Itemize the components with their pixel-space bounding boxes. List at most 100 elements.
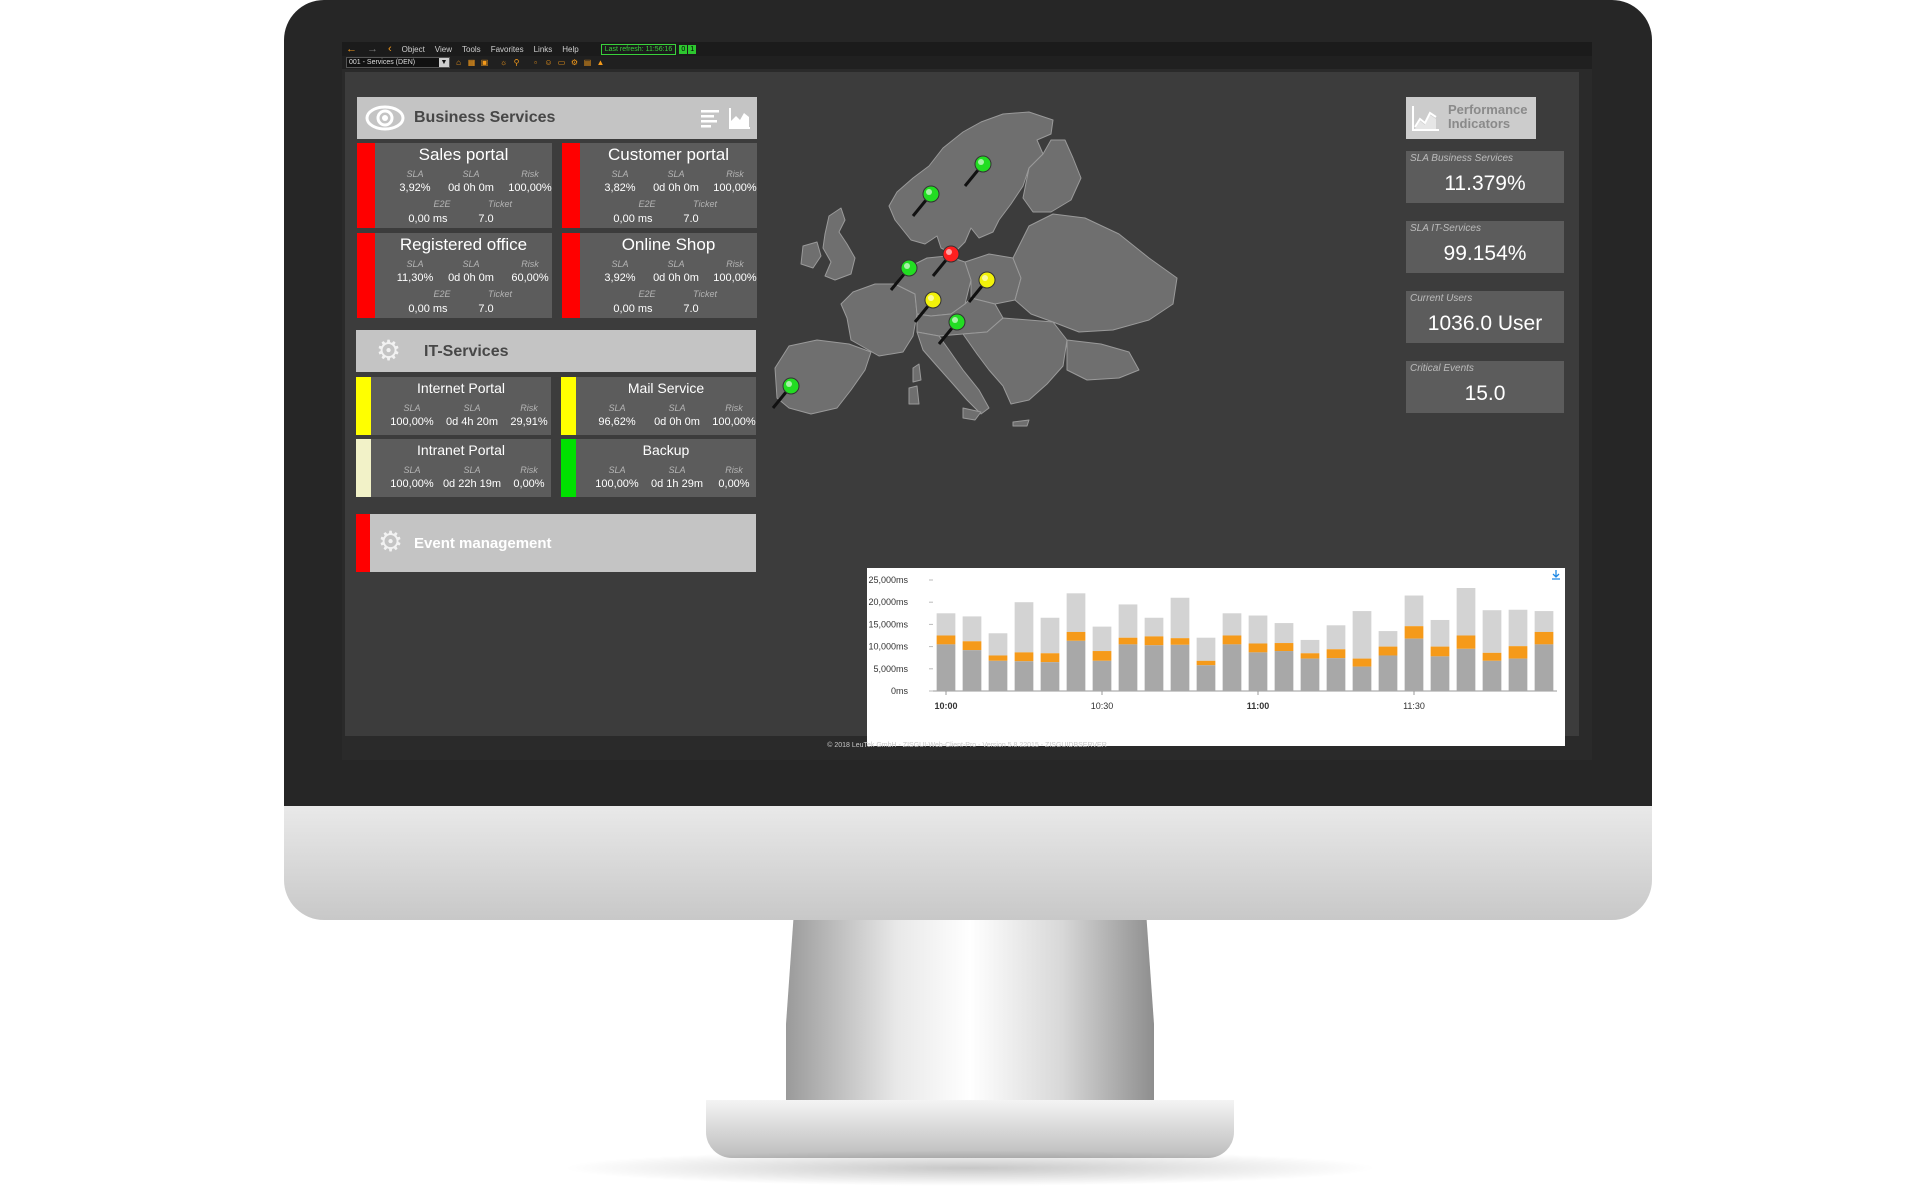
bar-base-segment[interactable] (1144, 645, 1164, 691)
bar-top-segment[interactable] (1274, 623, 1294, 644)
bar-base-segment[interactable] (1170, 644, 1190, 691)
europe-map[interactable] (767, 108, 1207, 438)
bar-mid-segment[interactable] (1300, 653, 1320, 659)
bar-base-segment[interactable] (1066, 640, 1086, 691)
bar-mid-segment[interactable] (1534, 631, 1554, 645)
bar-base-segment[interactable] (936, 644, 956, 691)
download-icon[interactable] (1552, 570, 1560, 580)
bar-mid-segment[interactable] (1274, 643, 1294, 652)
kpi-sla-it[interactable]: SLA IT-Services 99.154% (1406, 221, 1564, 273)
view-select[interactable]: 001 - Services (DEN) ▼ (346, 57, 450, 68)
bar-mid-segment[interactable] (1404, 626, 1424, 639)
bar-base-segment[interactable] (1092, 660, 1112, 691)
bar-top-segment[interactable] (1196, 637, 1216, 661)
bar-top-segment[interactable] (1430, 619, 1450, 647)
bar-top-segment[interactable] (988, 633, 1008, 656)
document-icon[interactable]: ▫ (531, 58, 540, 67)
menu-help[interactable]: Help (562, 45, 578, 54)
bar-base-segment[interactable] (1118, 644, 1138, 691)
business-service-card[interactable]: Online Shop SLA 3,92% SLA 0d 0h 0m Risk 100,00… (562, 233, 757, 318)
bar-base-segment[interactable] (1456, 648, 1476, 691)
bar-base-segment[interactable] (1040, 662, 1060, 691)
bar-top-segment[interactable] (1144, 617, 1164, 637)
bar-mid-segment[interactable] (1196, 660, 1216, 666)
bar-top-segment[interactable] (1352, 611, 1372, 659)
bar-top-segment[interactable] (1404, 595, 1424, 627)
business-service-card[interactable]: Customer portal SLA 3,82% SLA 0d 0h 0m Risk 10… (562, 143, 757, 228)
back-arrow-icon[interactable]: ← (346, 43, 357, 55)
bar-base-segment[interactable] (1222, 644, 1242, 691)
bar-top-segment[interactable] (1300, 639, 1320, 654)
bar-top-segment[interactable] (1326, 625, 1346, 650)
bar-base-segment[interactable] (1014, 661, 1034, 691)
lock-icon[interactable]: ▣ (480, 58, 489, 67)
bar-top-segment[interactable] (1456, 587, 1476, 636)
trash-icon[interactable]: ▭ (557, 58, 566, 67)
bar-base-segment[interactable] (1248, 652, 1268, 691)
kpi-current-users[interactable]: Current Users 1036.0 User (1406, 291, 1564, 343)
it-services-header[interactable]: ⚙ IT-Services (356, 330, 756, 372)
chevron-left-icon[interactable]: ‹ (388, 43, 392, 55)
bar-mid-segment[interactable] (1326, 649, 1346, 659)
bar-base-segment[interactable] (988, 660, 1008, 691)
bar-mid-segment[interactable] (1352, 658, 1372, 667)
bar-base-segment[interactable] (1326, 658, 1346, 691)
bar-mid-segment[interactable] (1014, 652, 1034, 662)
bar-top-segment[interactable] (1092, 626, 1112, 652)
it-service-card[interactable]: Backup SLA 100,00% SLA 0d 1h 29m Risk 0,00% (561, 439, 756, 497)
report-icon[interactable]: ▤ (583, 58, 592, 67)
bar-base-segment[interactable] (1430, 656, 1450, 691)
bar-top-segment[interactable] (1040, 617, 1060, 654)
sun-icon[interactable]: ☼ (499, 58, 508, 67)
bar-base-segment[interactable] (1196, 665, 1216, 691)
it-service-card[interactable]: Intranet Portal SLA 100,00% SLA 0d 22h 19m Ri… (356, 439, 551, 497)
bar-base-segment[interactable] (1352, 666, 1372, 691)
it-service-card[interactable]: Internet Portal SLA 100,00% SLA 0d 4h 20m Ris… (356, 377, 551, 435)
bar-base-segment[interactable] (962, 650, 982, 691)
bar-top-segment[interactable] (1378, 631, 1398, 647)
bar-mid-segment[interactable] (988, 655, 1008, 661)
bar-mid-segment[interactable] (962, 641, 982, 651)
performance-indicators-header[interactable]: Performance Indicators (1406, 97, 1536, 139)
menu-view[interactable]: View (435, 45, 452, 54)
bar-mid-segment[interactable] (1430, 646, 1450, 657)
bar-top-segment[interactable] (1248, 615, 1268, 644)
chart-icon[interactable]: ▲ (596, 58, 605, 67)
bar-top-segment[interactable] (1534, 611, 1554, 632)
bar-top-segment[interactable] (1482, 610, 1502, 653)
bar-mid-segment[interactable] (1456, 635, 1476, 649)
search-icon[interactable]: ⚲ (512, 58, 521, 67)
menu-favorites[interactable]: Favorites (491, 45, 524, 54)
chevron-down-icon[interactable]: ▼ (439, 58, 449, 67)
bar-mid-segment[interactable] (936, 635, 956, 645)
bar-top-segment[interactable] (1118, 604, 1138, 638)
business-service-card[interactable]: Sales portal SLA 3,92% SLA 0d 0h 0m Risk 100,0… (357, 143, 552, 228)
menu-tools[interactable]: Tools (462, 45, 481, 54)
it-service-card[interactable]: Mail Service SLA 96,62% SLA 0d 0h 0m Risk 100,… (561, 377, 756, 435)
bar-base-segment[interactable] (1482, 660, 1502, 691)
bar-mid-segment[interactable] (1118, 637, 1138, 645)
bar-top-segment[interactable] (1508, 609, 1528, 647)
bar-mid-segment[interactable] (1482, 652, 1502, 661)
bar-base-segment[interactable] (1508, 658, 1528, 691)
bar-base-segment[interactable] (1274, 651, 1294, 691)
bar-mid-segment[interactable] (1170, 638, 1190, 645)
kpi-sla-business[interactable]: SLA Business Services 11.379% (1406, 151, 1564, 203)
forward-arrow-icon[interactable]: → (367, 43, 378, 55)
bar-mid-segment[interactable] (1040, 653, 1060, 663)
event-management-tile[interactable]: ⚙ Event management (356, 514, 756, 572)
bar-mid-segment[interactable] (1248, 643, 1268, 653)
bar-mid-segment[interactable] (1144, 636, 1164, 646)
bar-base-segment[interactable] (1378, 655, 1398, 691)
hierarchy-icon[interactable]: ▦ (467, 58, 476, 67)
business-services-header[interactable]: Business Services (357, 97, 757, 139)
bar-mid-segment[interactable] (1508, 646, 1528, 659)
home-icon[interactable]: ⌂ (454, 58, 463, 67)
gear-icon[interactable]: ⚙ (570, 58, 579, 67)
users-icon[interactable]: ☺ (544, 58, 553, 67)
menu-links[interactable]: Links (534, 45, 553, 54)
bar-top-segment[interactable] (1170, 597, 1190, 639)
bar-top-segment[interactable] (936, 613, 956, 636)
bar-top-segment[interactable] (1066, 593, 1086, 632)
bar-mid-segment[interactable] (1378, 646, 1398, 656)
